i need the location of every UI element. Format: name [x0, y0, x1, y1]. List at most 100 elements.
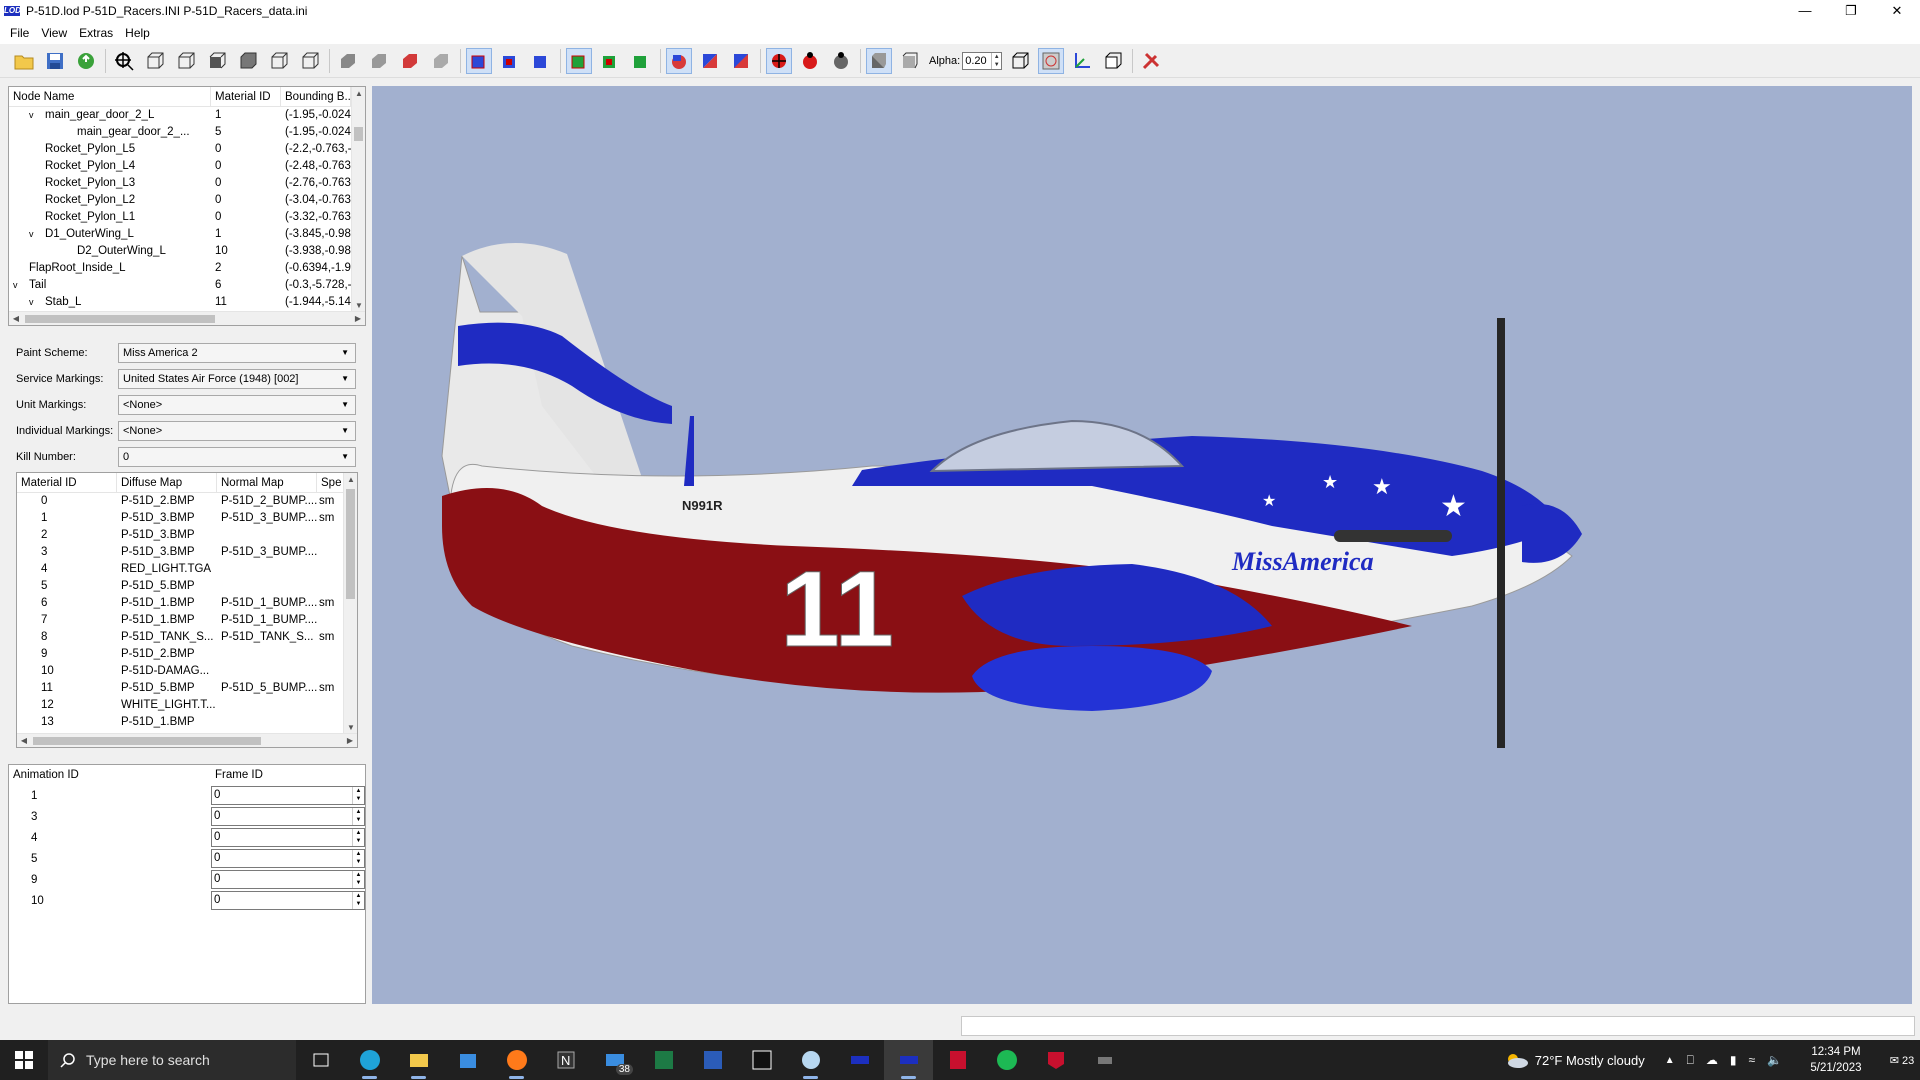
expander-chevron-icon[interactable]: v	[29, 294, 45, 311]
taskbar-misc-app[interactable]	[1080, 1040, 1129, 1080]
taskbar-mcafee[interactable]	[1031, 1040, 1080, 1080]
paint-scheme-select[interactable]: Miss America 2 ▼	[118, 343, 356, 363]
header-node-name[interactable]: Node Name	[9, 87, 211, 106]
header-material-id[interactable]: Material ID	[17, 473, 117, 492]
view-back-button[interactable]	[174, 49, 198, 73]
taskbar-excel[interactable]	[639, 1040, 688, 1080]
header-material-id[interactable]: Material ID	[211, 87, 281, 106]
restore-button[interactable]: ❐	[1828, 0, 1874, 22]
outline-blue-button[interactable]	[529, 49, 553, 73]
task-view-button[interactable]	[296, 1040, 345, 1080]
start-button[interactable]	[0, 1040, 48, 1080]
taskbar-firefox[interactable]	[492, 1040, 541, 1080]
taskbar-spotify[interactable]	[982, 1040, 1031, 1080]
wire-box-button[interactable]	[898, 49, 922, 73]
zoom-extents-button[interactable]	[112, 49, 136, 73]
taskbar-notion[interactable]: N	[541, 1040, 590, 1080]
taskbar-edge[interactable]	[345, 1040, 394, 1080]
solid-box-button[interactable]	[866, 47, 892, 74]
material-row[interactable]: 13 P-51D_1.BMP	[17, 714, 357, 731]
shade-gray-button[interactable]	[336, 49, 360, 73]
material-row[interactable]: 2 P-51D_3.BMP	[17, 527, 357, 544]
tree-row[interactable]: FlapRoot_Inside_L 2 (-0.6394,-1.9	[9, 260, 365, 277]
solid-blue-button[interactable]	[498, 49, 522, 73]
tree-row[interactable]: v main_gear_door_2_L 1 (-1.95,-0.024	[9, 107, 365, 124]
taskbar-acrobat[interactable]	[933, 1040, 982, 1080]
shade-blend-button[interactable]	[429, 49, 453, 73]
taskbar-file-explorer[interactable]	[394, 1040, 443, 1080]
taskbar-word[interactable]	[688, 1040, 737, 1080]
frame-id-spinbox[interactable]: 0 ▲ ▼	[211, 849, 365, 868]
taskbar-mail[interactable]: 38	[590, 1040, 639, 1080]
view-left-button[interactable]	[267, 49, 291, 73]
tree-row[interactable]: v Tail 6 (-0.3,-5.728,-	[9, 277, 365, 294]
scroll-thumb[interactable]	[354, 127, 363, 141]
texture-view-button[interactable]	[666, 47, 692, 74]
frame-id-spinbox[interactable]: 0 ▲ ▼	[211, 891, 365, 910]
specular-button[interactable]	[729, 49, 753, 73]
reload-button[interactable]	[74, 49, 98, 73]
open-button[interactable]	[12, 49, 36, 73]
scroll-left-icon[interactable]: ◀	[17, 734, 31, 747]
view-bottom-button[interactable]	[236, 49, 260, 73]
node-tree-vscrollbar[interactable]: ▲ ▼	[351, 87, 365, 313]
scroll-right-icon[interactable]: ▶	[351, 312, 365, 325]
material-row[interactable]: 0 P-51D_2.BMP P-51D_2_BUMP.... sm	[17, 493, 357, 510]
scroll-thumb[interactable]	[25, 315, 215, 323]
scroll-thumb[interactable]	[33, 737, 261, 745]
tree-row[interactable]: Rocket_Pylon_L5 0 (-2.2,-0.763,-	[9, 141, 365, 158]
header-specular[interactable]: Spe	[317, 473, 345, 492]
spin-arrows-icon[interactable]: ▲ ▼	[352, 850, 364, 867]
onedrive-icon[interactable]: ☁	[1706, 1053, 1718, 1067]
device-icon[interactable]: ⎕	[1687, 1053, 1694, 1068]
aircraft-model[interactable]: ★ ★ ★ ★ N991R 11 MissAmerica	[372, 86, 1912, 1004]
green-outline-button[interactable]	[629, 49, 653, 73]
spin-arrows-icon[interactable]: ▲ ▼	[352, 808, 364, 825]
menu-file[interactable]: File	[4, 22, 35, 44]
green-wire-button[interactable]	[566, 47, 592, 74]
texture-grid-button[interactable]	[1038, 47, 1065, 74]
individual-markings-select[interactable]: <None> ▼	[118, 421, 356, 441]
node-tree-hscrollbar[interactable]: ◀ ▶	[9, 311, 365, 325]
header-bounding-box[interactable]: Bounding B...	[281, 87, 351, 106]
animation-table[interactable]: Animation ID Frame ID 1 0 ▲ ▼ 3 0 ▲ ▼ 4 0 ▲ ▼ 5 0 ▲ ▼ 9 0…	[8, 764, 366, 1004]
material-hscrollbar[interactable]: ◀ ▶	[17, 733, 357, 747]
green-solid-button[interactable]	[598, 49, 622, 73]
taskbar-paint[interactable]	[786, 1040, 835, 1080]
tree-row[interactable]: v Stab_L 11 (-1.944,-5.14	[9, 294, 365, 311]
material-row[interactable]: 5 P-51D_5.BMP	[17, 578, 357, 595]
tree-row[interactable]: Rocket_Pylon_L2 0 (-3.04,-0.763	[9, 192, 365, 209]
close-button[interactable]: ✕	[1874, 0, 1920, 22]
tree-row[interactable]: Rocket_Pylon_L3 0 (-2.76,-0.763	[9, 175, 365, 192]
scroll-left-icon[interactable]: ◀	[9, 312, 23, 325]
tree-row[interactable]: D2_OuterWing_L 10 (-3.938,-0.98	[9, 243, 365, 260]
frame-id-spinbox[interactable]: 0 ▲ ▼	[211, 870, 365, 889]
node-tree[interactable]: Node Name Material ID Bounding B... v mai…	[8, 86, 366, 326]
material-row[interactable]: 3 P-51D_3.BMP P-51D_3_BUMP....	[17, 544, 357, 561]
material-row[interactable]: 6 P-51D_1.BMP P-51D_1_BUMP.... sm	[17, 595, 357, 612]
alpha-spinbox[interactable]: 0.20 ▲ ▼	[962, 51, 1003, 70]
spin-arrows-icon[interactable]: ▲ ▼	[991, 52, 1001, 69]
transparent-box-button[interactable]	[1008, 49, 1032, 73]
frame-id-spinbox[interactable]: 0 ▲ ▼	[211, 786, 365, 805]
header-frame-id[interactable]: Frame ID	[211, 765, 361, 785]
scroll-right-icon[interactable]: ▶	[343, 734, 357, 747]
background-box-button[interactable]	[1101, 49, 1125, 73]
spin-arrows-icon[interactable]: ▲ ▼	[352, 871, 364, 888]
expander-chevron-icon[interactable]: v	[29, 107, 45, 124]
kill-number-select[interactable]: 0 ▼	[118, 447, 356, 467]
menu-help[interactable]: Help	[119, 22, 156, 44]
tree-row[interactable]: v D1_OuterWing_L 1 (-3.845,-0.98	[9, 226, 365, 243]
material-row[interactable]: 1 P-51D_3.BMP P-51D_3_BUMP.... sm	[17, 510, 357, 527]
taskbar-store[interactable]	[443, 1040, 492, 1080]
material-vscrollbar[interactable]: ▲ ▼	[343, 473, 357, 735]
taskbar-app-blue[interactable]	[835, 1040, 884, 1080]
scroll-up-icon[interactable]: ▲	[352, 87, 365, 101]
spin-arrows-icon[interactable]: ▲ ▼	[352, 892, 364, 909]
menu-view[interactable]: View	[35, 22, 73, 44]
save-button[interactable]	[43, 49, 67, 73]
material-table[interactable]: Material ID Diffuse Map Normal Map Spe 0…	[16, 472, 358, 748]
bug-view-button[interactable]	[798, 49, 822, 73]
scroll-thumb[interactable]	[346, 489, 355, 599]
header-animation-id[interactable]: Animation ID	[9, 765, 211, 785]
